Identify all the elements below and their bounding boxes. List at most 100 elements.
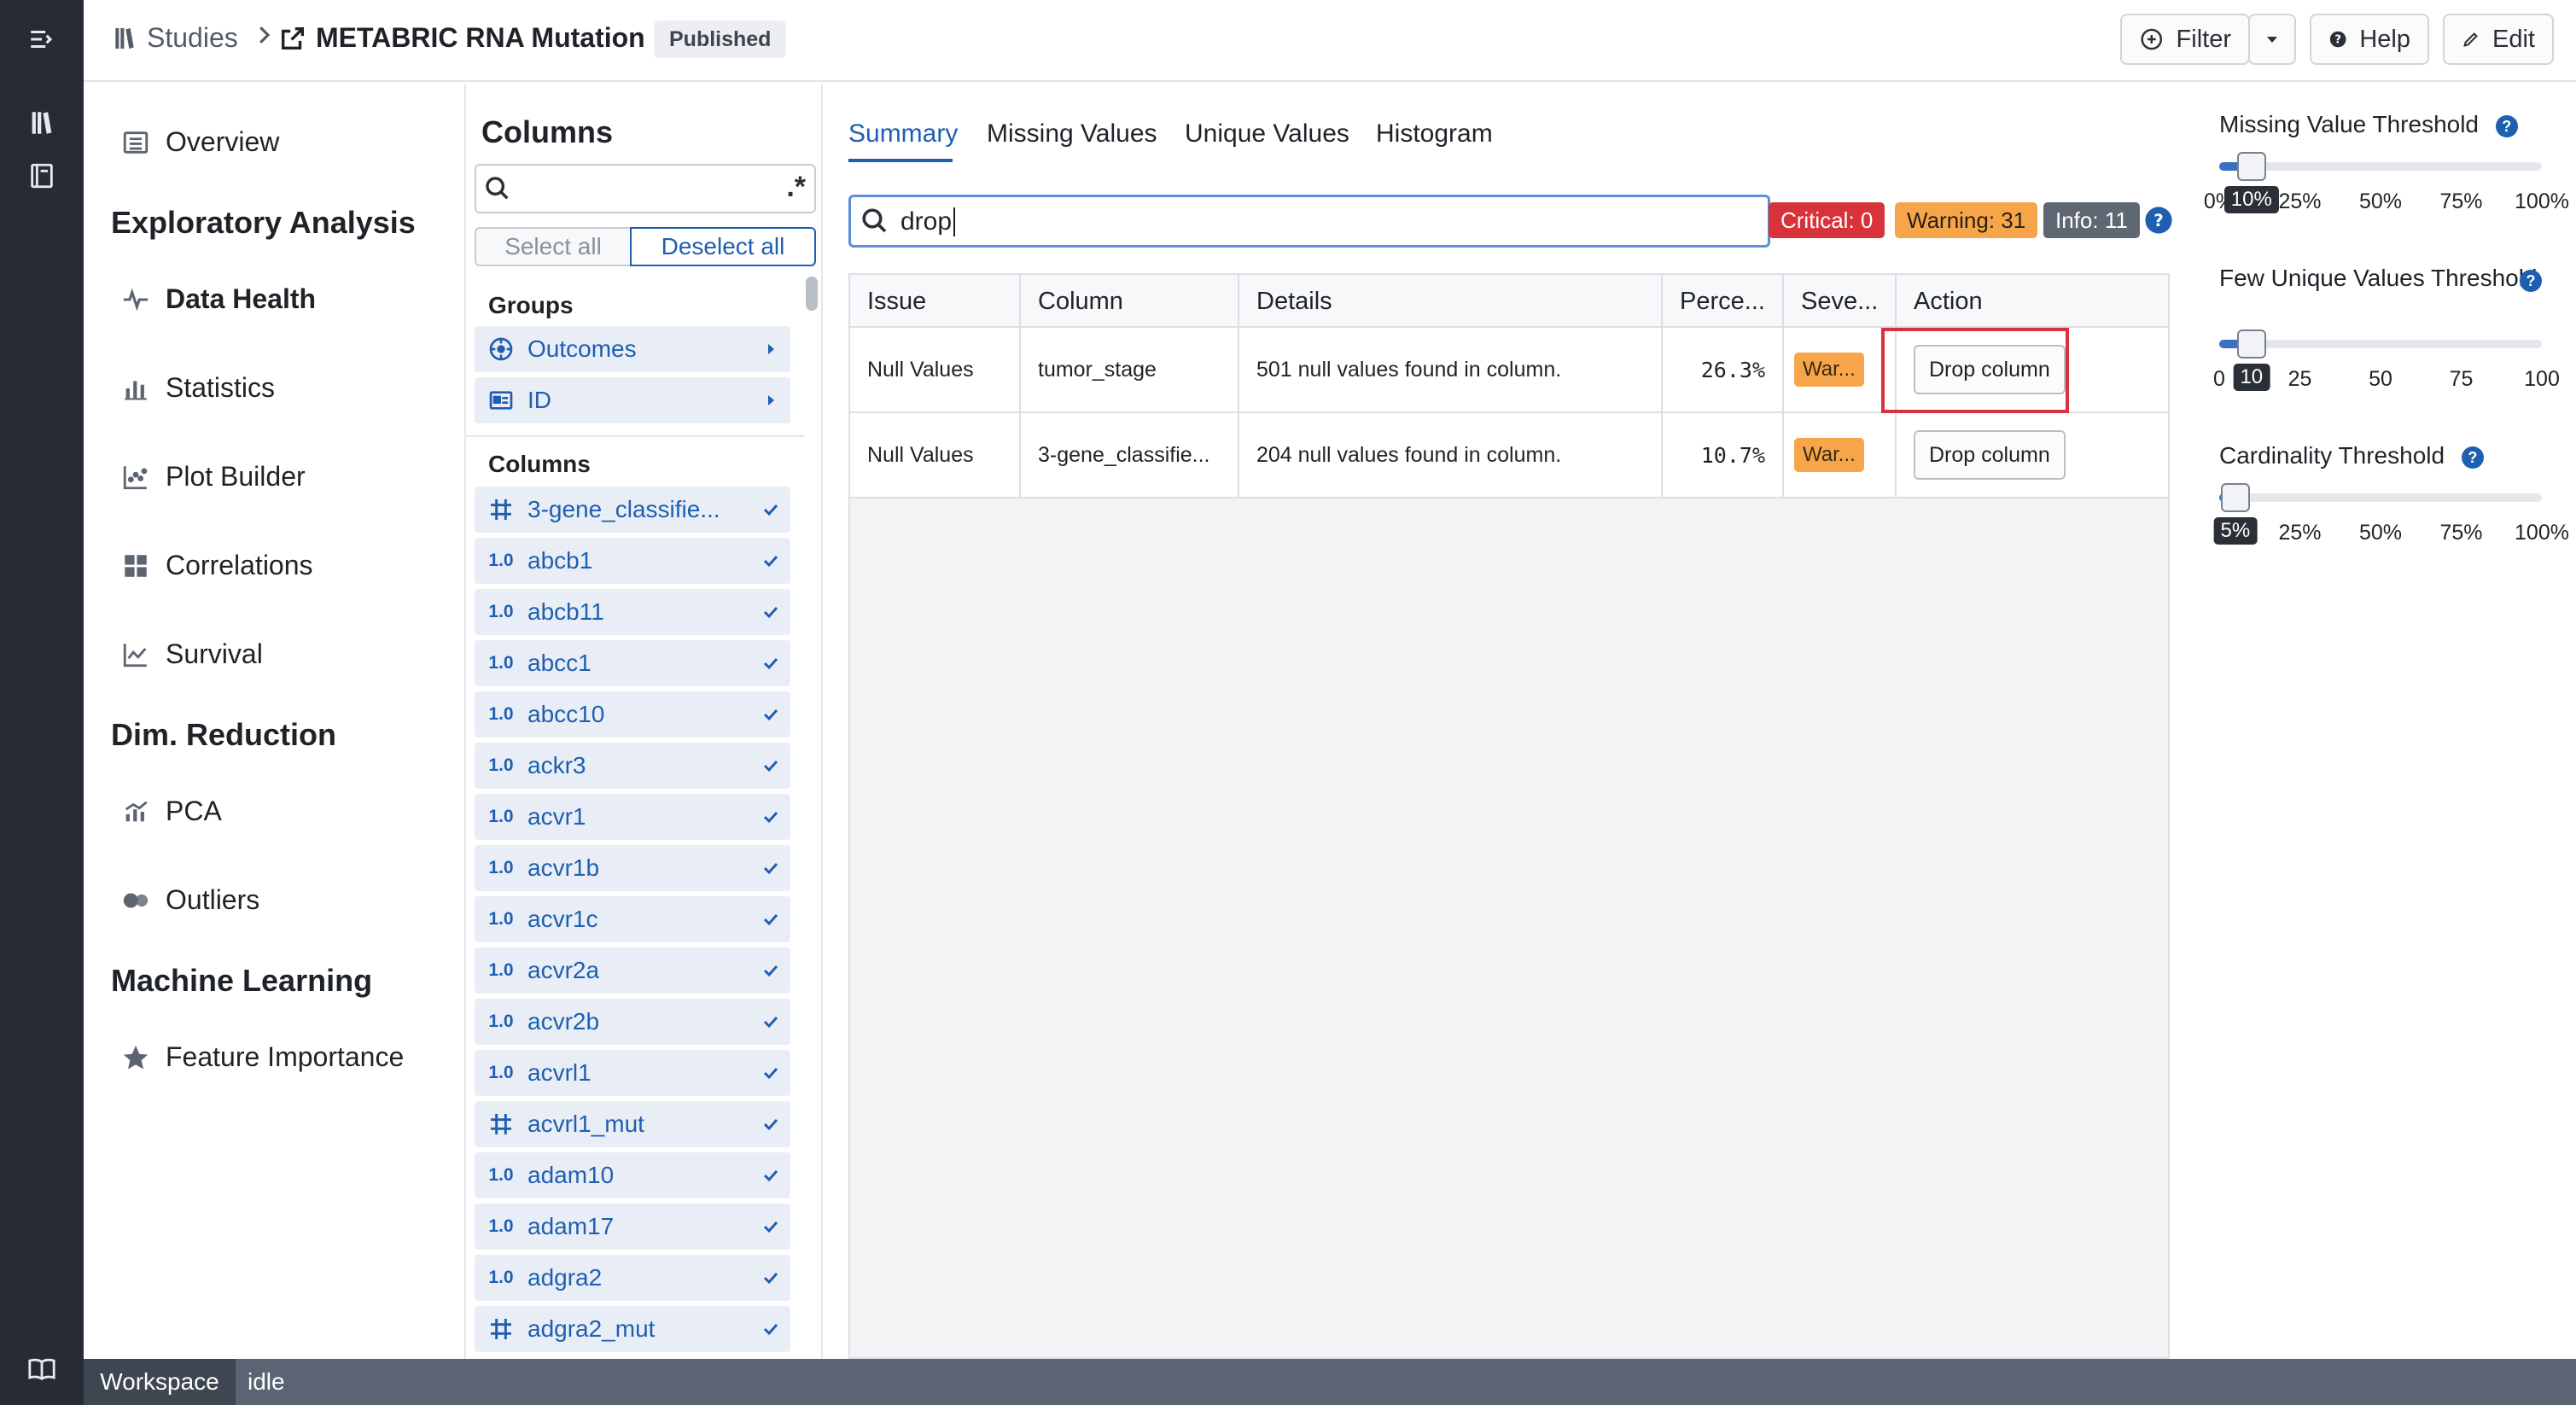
check-icon[interactable] xyxy=(751,499,790,520)
tab-histogram[interactable]: Histogram xyxy=(1376,120,1493,149)
help-button[interactable]: ? Help xyxy=(2310,14,2429,65)
nav-correlations[interactable]: Correlations xyxy=(121,550,313,581)
unique-threshold-slider[interactable] xyxy=(2219,329,2542,359)
column-list-item[interactable]: adgra2_mut xyxy=(475,1306,790,1352)
column-list-item[interactable]: 1.0 adgra2 xyxy=(475,1255,790,1301)
columns-scrollbar[interactable] xyxy=(804,277,819,1359)
tab-unique-values[interactable]: Unique Values xyxy=(1185,120,1349,149)
column-list-item[interactable]: 1.0 abcb1 xyxy=(475,538,790,584)
tab-missing-values[interactable]: Missing Values xyxy=(987,120,1157,149)
cardinality-threshold-slider[interactable] xyxy=(2219,483,2542,512)
help-circle-icon[interactable]: ? xyxy=(2144,206,2173,235)
slider-thumb[interactable] xyxy=(2220,483,2250,512)
select-all-button[interactable]: Select all xyxy=(475,227,632,266)
notebook-icon[interactable] xyxy=(25,159,59,193)
column-list-item[interactable]: 1.0 ackr3 xyxy=(475,743,790,789)
check-icon[interactable] xyxy=(751,1165,790,1186)
column-list-item[interactable]: 1.0 acvrl1 xyxy=(475,1050,790,1096)
check-icon[interactable] xyxy=(751,909,790,930)
check-icon[interactable] xyxy=(751,807,790,827)
nav-pca[interactable]: PCA xyxy=(121,796,222,827)
issue-filter-field[interactable]: drop xyxy=(848,195,1770,248)
nav-plot-builder[interactable]: Plot Builder xyxy=(121,461,306,493)
column-list-item[interactable]: 1.0 acvr2a xyxy=(475,947,790,994)
column-list-item[interactable]: 1.0 abcc1 xyxy=(475,640,790,686)
column-list-item[interactable]: 1.0 abcc10 xyxy=(475,691,790,737)
check-icon[interactable] xyxy=(751,551,790,571)
critical-count-badge[interactable]: Critical: 0 xyxy=(1769,202,1885,238)
workspace-label[interactable]: Workspace xyxy=(84,1359,236,1405)
breadcrumb-root[interactable]: Studies xyxy=(111,22,238,54)
regex-toggle[interactable]: .* xyxy=(786,171,806,204)
help-icon[interactable]: ? xyxy=(2520,270,2542,292)
header-column[interactable]: Column xyxy=(1021,275,1239,328)
group-item-id[interactable]: ID xyxy=(475,377,790,423)
breadcrumb-study[interactable]: METABRIC RNA Mutation xyxy=(278,22,645,54)
help-icon[interactable]: ? xyxy=(2461,446,2484,469)
issue-filter-input[interactable]: drop xyxy=(900,207,952,236)
numeric-type-badge: 1.0 xyxy=(488,551,514,570)
check-icon[interactable] xyxy=(751,1063,790,1083)
column-list-item[interactable]: 1.0 adam17 xyxy=(475,1204,790,1250)
help-button-label: Help xyxy=(2359,25,2410,53)
group-item-outcomes[interactable]: Outcomes xyxy=(475,326,790,372)
nav-outliers[interactable]: Outliers xyxy=(121,884,259,916)
check-icon[interactable] xyxy=(751,1319,790,1339)
missing-threshold-slider[interactable] xyxy=(2219,152,2542,181)
column-list-item[interactable]: 1.0 acvr1 xyxy=(475,794,790,840)
header-percent[interactable]: Perce... xyxy=(1663,275,1784,328)
nav-overview[interactable]: Overview xyxy=(121,126,279,158)
column-search[interactable]: .* xyxy=(475,164,816,213)
column-list-item[interactable]: 1.0 abcb11 xyxy=(475,589,790,635)
drop-column-button[interactable]: Drop column xyxy=(1914,430,2066,480)
menu-expand-icon[interactable] xyxy=(25,22,59,56)
check-icon[interactable] xyxy=(751,602,790,622)
check-icon[interactable] xyxy=(751,1011,790,1032)
column-list-item[interactable]: 3-gene_classifie... xyxy=(475,487,790,533)
column-list-item[interactable]: 1.0 acvr1b xyxy=(475,845,790,891)
deselect-all-button[interactable]: Deselect all xyxy=(630,227,816,266)
tab-summary[interactable]: Summary xyxy=(848,120,958,149)
filter-dropdown-button[interactable] xyxy=(2248,14,2296,65)
column-list-item[interactable]: 1.0 acvr1c xyxy=(475,896,790,942)
slider-thumb[interactable] xyxy=(2236,152,2266,181)
filter-button[interactable]: Filter xyxy=(2120,14,2250,65)
nav-statistics-label: Statistics xyxy=(166,372,276,403)
check-icon[interactable] xyxy=(751,653,790,673)
nav-survival-label: Survival xyxy=(166,638,263,669)
header-issue[interactable]: Issue xyxy=(850,275,1021,328)
docs-book-icon[interactable] xyxy=(25,1352,59,1386)
help-icon[interactable]: ? xyxy=(2495,114,2518,137)
nav-data-health[interactable]: Data Health xyxy=(121,283,316,315)
column-list-item[interactable]: 1.0 adam10 xyxy=(475,1152,790,1198)
check-icon[interactable] xyxy=(751,1114,790,1134)
header-action[interactable]: Action xyxy=(1897,275,2168,328)
numeric-type-badge: 1.0 xyxy=(488,1011,514,1031)
nav-feature-importance[interactable]: Feature Importance xyxy=(121,1041,404,1073)
check-icon[interactable] xyxy=(751,1268,790,1288)
header-severity[interactable]: Seve... xyxy=(1784,275,1897,328)
column-list-item-label: acvr1 xyxy=(527,803,586,830)
studies-icon[interactable] xyxy=(25,106,59,140)
edit-button[interactable]: Edit xyxy=(2443,14,2554,65)
missing-threshold-label: Missing Value Threshold xyxy=(2219,111,2480,137)
check-icon[interactable] xyxy=(751,755,790,776)
check-icon[interactable] xyxy=(751,960,790,981)
svg-text:?: ? xyxy=(2153,211,2164,230)
check-icon[interactable] xyxy=(751,1216,790,1237)
nav-survival[interactable]: Survival xyxy=(121,638,263,670)
unique-threshold-title: Few Unique Values Threshold xyxy=(2219,263,2544,294)
slider-thumb[interactable] xyxy=(2236,329,2266,359)
nav-statistics[interactable]: Statistics xyxy=(121,372,275,404)
warning-count-badge[interactable]: Warning: 31 xyxy=(1895,202,2038,238)
check-icon[interactable] xyxy=(751,858,790,878)
columns-scrollbar-thumb[interactable] xyxy=(806,277,818,311)
info-count-badge[interactable]: Info: 11 xyxy=(2043,202,2140,238)
header-details[interactable]: Details xyxy=(1239,275,1663,328)
column-list-item[interactable]: acvrl1_mut xyxy=(475,1101,790,1147)
slider-value-label: 10% xyxy=(2223,186,2279,213)
column-list-item[interactable]: 1.0 acvr2b xyxy=(475,999,790,1045)
caret-right-icon xyxy=(751,390,790,411)
check-icon[interactable] xyxy=(751,704,790,725)
text-cursor xyxy=(953,207,955,236)
